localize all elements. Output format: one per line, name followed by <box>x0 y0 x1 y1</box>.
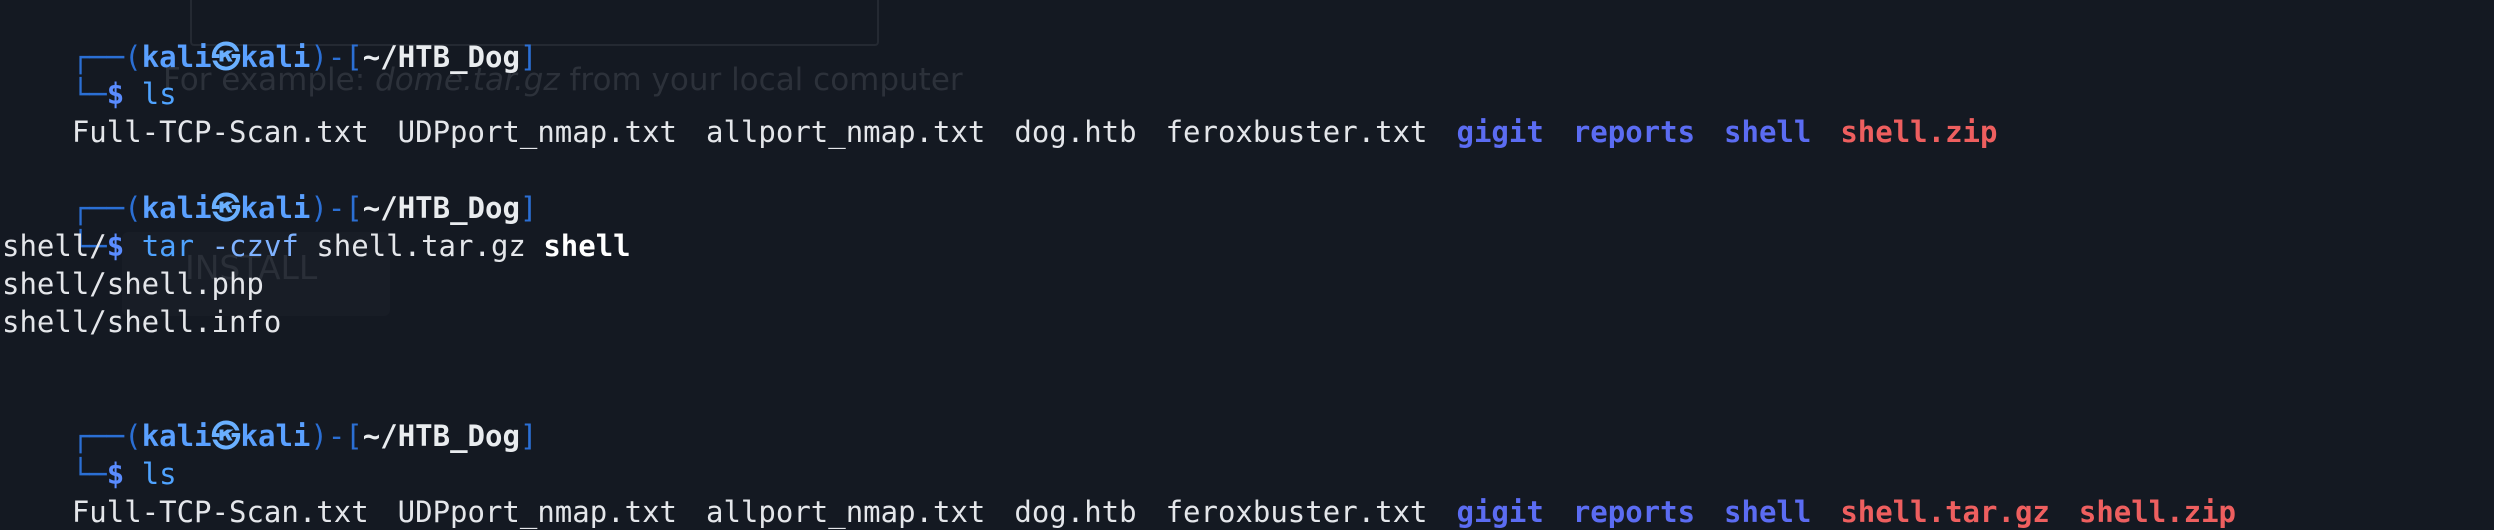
tar-output-line: shell/shell.info <box>2 305 282 339</box>
prompt-line: ┌──(kali㉿kali)-[~/HTB_Dog] <box>2 151 538 225</box>
prompt-dollar: $ <box>106 229 125 263</box>
ls-output: Full-TCP-Scan.txt UDPport_nmap.txt allport… <box>2 455 2236 529</box>
prompt-path: ~/HTB_Dog <box>362 419 520 453</box>
command-source: shell <box>543 229 631 263</box>
ls-output: Full-TCP-Scan.txt UDPport_nmap.txt allport… <box>2 75 1998 149</box>
command-flags: -czvf <box>211 229 299 263</box>
directory-entry: reports <box>1572 115 1696 149</box>
file-entry: Full-TCP-Scan.txt <box>71 115 369 149</box>
file-entry: allport_nmap.txt <box>706 495 986 529</box>
prompt-host: kali <box>240 40 311 74</box>
archive-entry: shell.zip <box>2078 495 2236 529</box>
prompt-line: ┌──(kali㉿kali)-[~/HTB_Dog] <box>2 0 538 74</box>
file-entry: UDPport_nmap.txt <box>397 495 678 529</box>
file-entry: UDPport_nmap.txt <box>397 115 678 149</box>
prompt-at-icon: ㉿ <box>211 40 241 74</box>
file-entry: feroxbuster.txt <box>1165 495 1428 529</box>
command-line: └─$ ls <box>2 417 177 491</box>
command-line: └─$ tar -czvf shell.tar.gz shell <box>2 189 631 263</box>
directory-entry: shell <box>1724 115 1812 149</box>
prompt-line: ┌──(kali㉿kali)-[~/HTB_Dog] <box>2 379 538 453</box>
command-target: shell.tar.gz <box>316 229 526 263</box>
directory-entry: gigit <box>1456 115 1544 149</box>
prompt-frame: ] <box>519 40 538 74</box>
command-line: └─$ ls <box>2 37 177 111</box>
prompt-frame: )-[ <box>310 40 363 74</box>
prompt-frame: )-[ <box>310 419 363 453</box>
prompt-host: kali <box>240 419 311 453</box>
command-name: tar <box>141 229 195 263</box>
file-entry: allport_nmap.txt <box>706 115 986 149</box>
file-entry: feroxbuster.txt <box>1165 115 1428 149</box>
tar-output-line: shell/ <box>2 229 107 263</box>
prompt-at-icon: ㉿ <box>211 419 241 453</box>
archive-entry: shell.tar.gz <box>1840 495 2050 529</box>
file-entry: dog.htb <box>1014 115 1137 149</box>
terminal-window[interactable]: For example: dome.tar.gz from your local… <box>0 0 2494 530</box>
prompt-path: ~/HTB_Dog <box>362 40 520 74</box>
archive-entry: shell.zip <box>1840 115 1998 149</box>
prompt-frame: ] <box>519 419 538 453</box>
tar-output-line: shell/shell.php <box>2 267 264 301</box>
file-entry: Full-TCP-Scan.txt <box>71 495 369 529</box>
directory-entry: shell <box>1724 495 1812 529</box>
directory-entry: reports <box>1572 495 1696 529</box>
file-entry: dog.htb <box>1014 495 1137 529</box>
directory-entry: gigit <box>1456 495 1544 529</box>
